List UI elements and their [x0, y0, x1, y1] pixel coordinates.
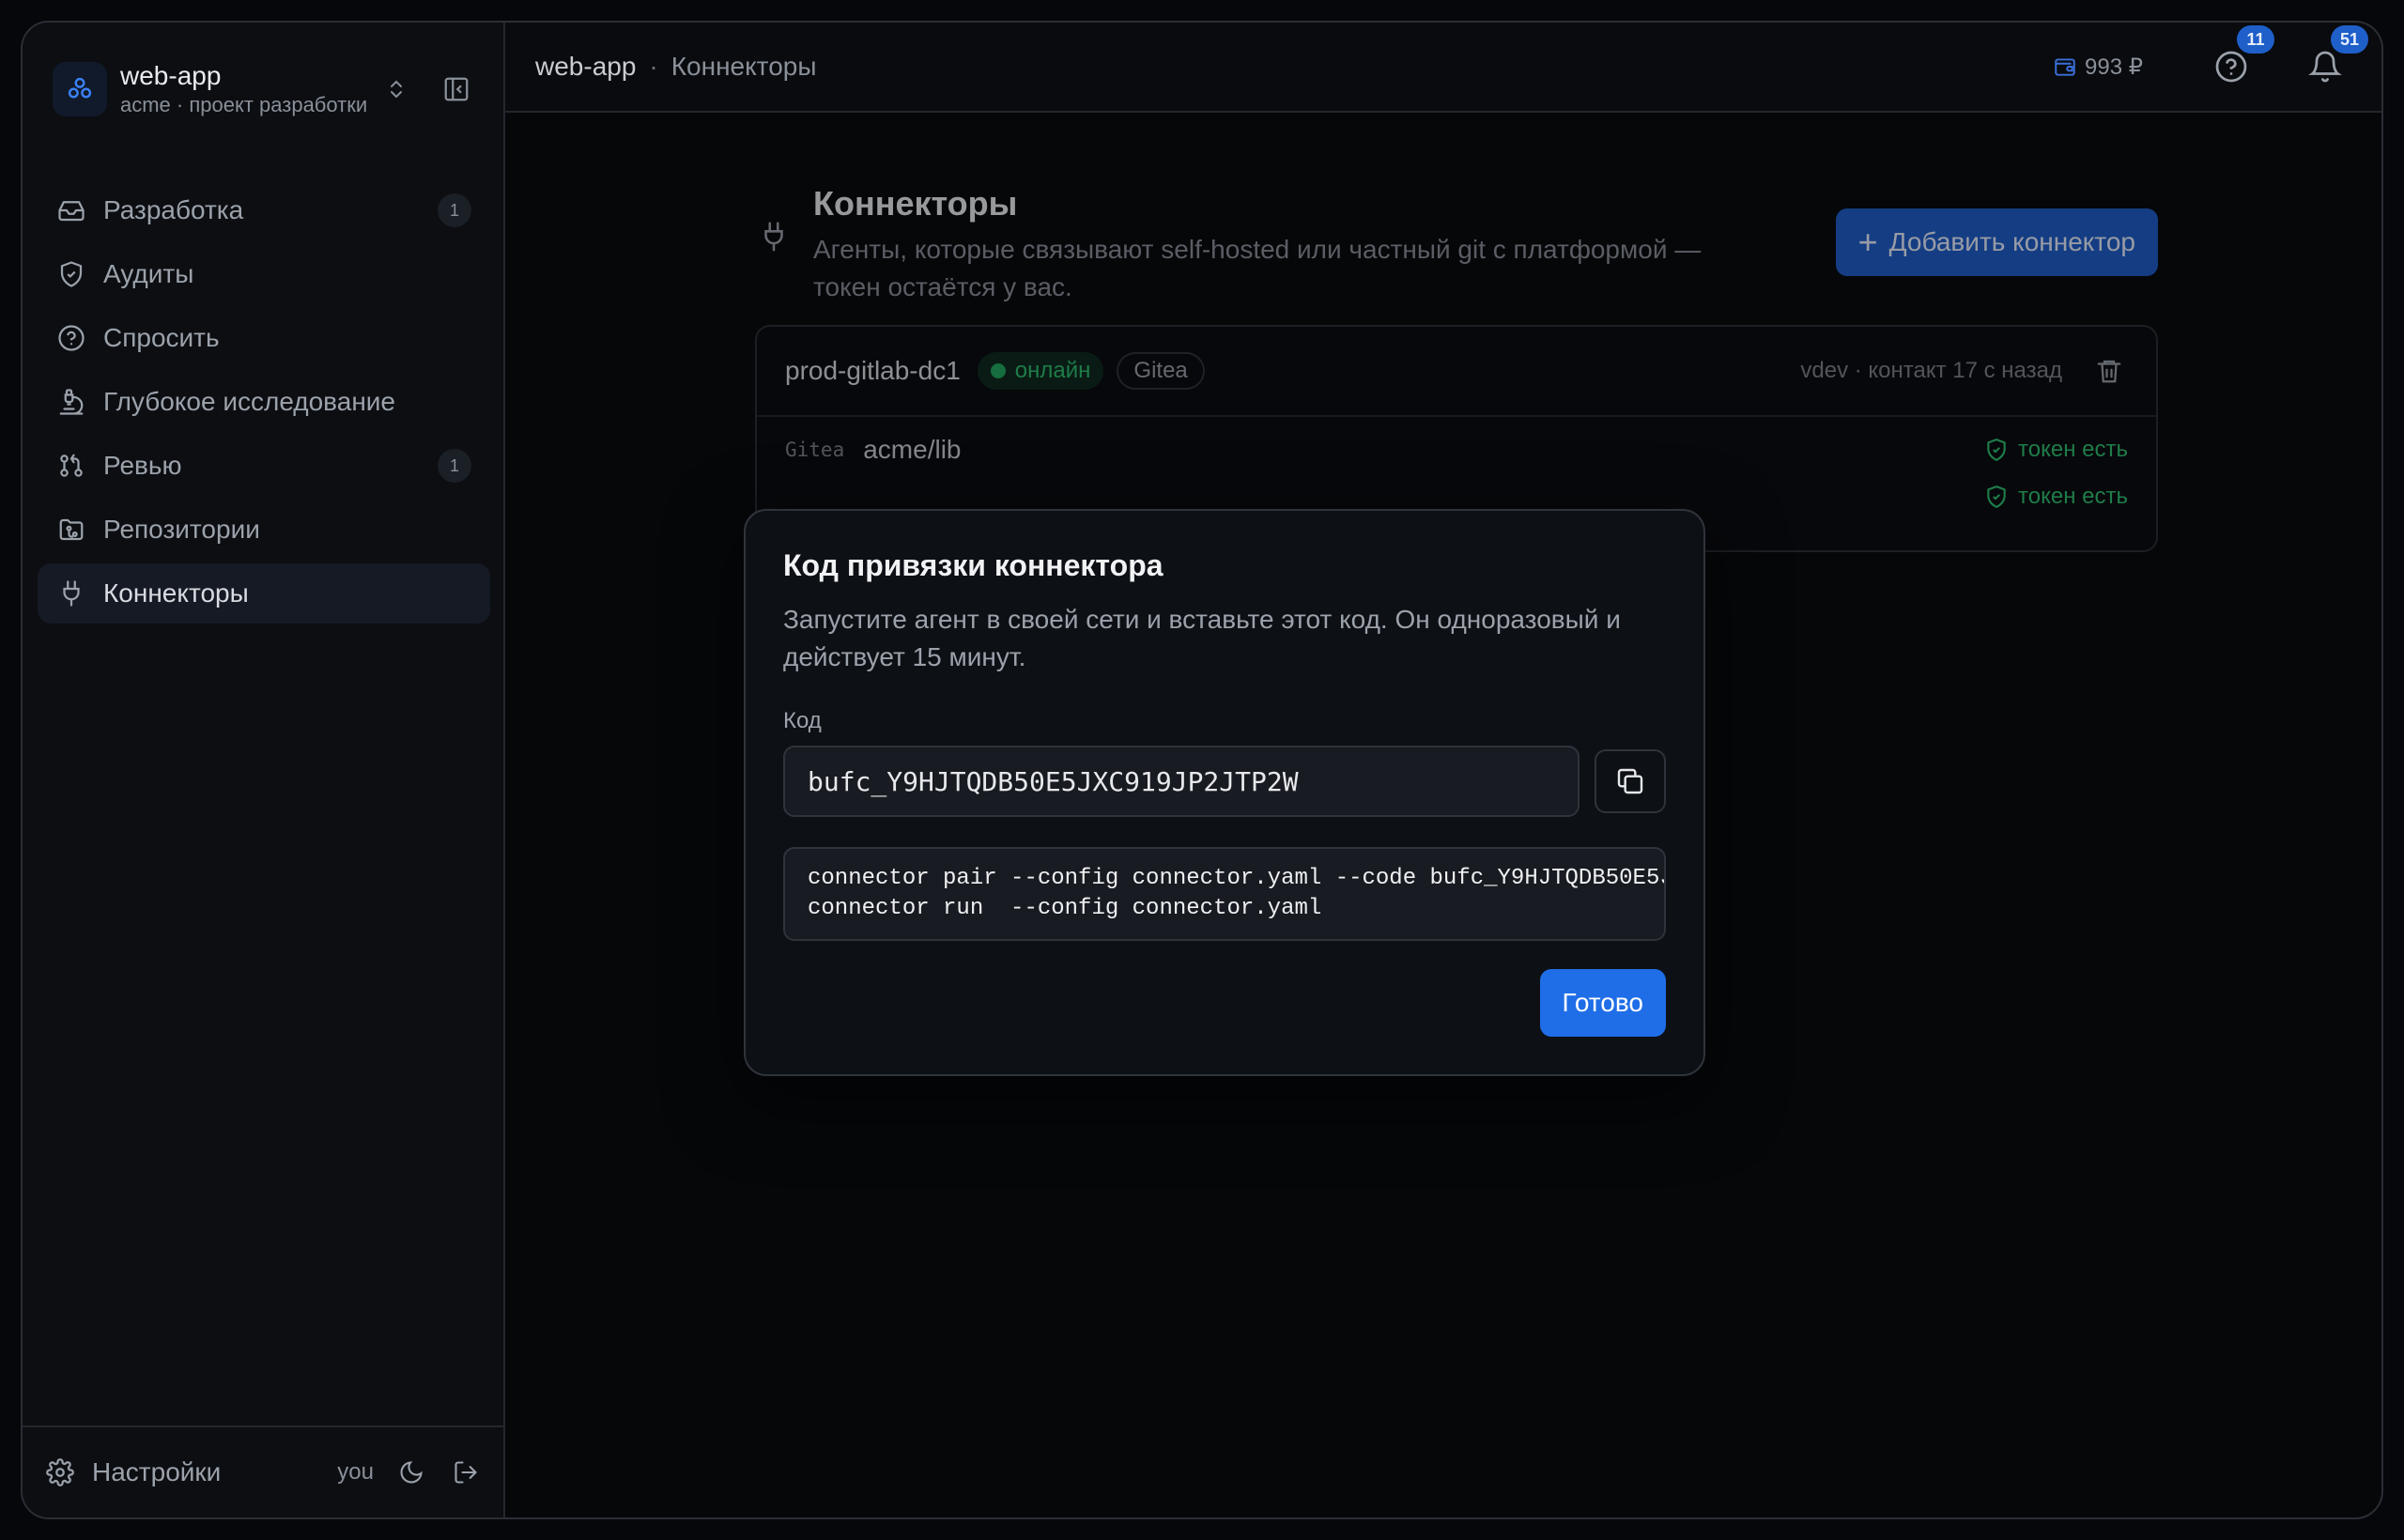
- copy-icon: [1615, 766, 1645, 796]
- wallet-icon: [2053, 54, 2077, 79]
- dialog-description: Запустите агент в своей сети и вставьте …: [783, 605, 1621, 671]
- pairing-code-dialog: Код привязки коннектора Запустите агент …: [744, 509, 1705, 1076]
- moon-icon[interactable]: [394, 1455, 428, 1489]
- help-badge: 11: [2237, 25, 2274, 54]
- notifications-button[interactable]: 51: [2299, 25, 2368, 93]
- sidebar: web-app acme · проект разработки Разрабо…: [23, 23, 505, 1517]
- inbox-icon: [56, 195, 86, 225]
- plug-icon: [56, 578, 86, 608]
- breadcrumb-app[interactable]: web-app: [535, 52, 636, 82]
- count-badge: 1: [438, 193, 471, 227]
- folder-git-icon: [56, 515, 86, 545]
- sidebar-item-label: Аудиты: [103, 259, 194, 288]
- gear-icon[interactable]: [43, 1455, 77, 1489]
- sidebar-item-label: Ревью: [103, 451, 182, 480]
- help-button[interactable]: 11: [2205, 25, 2274, 93]
- sidebar-item-label: Коннекторы: [103, 578, 249, 608]
- sidebar-nav: Разработка 1 Аудиты Спросить Глубокое ис…: [38, 180, 490, 627]
- shield-icon: [56, 259, 86, 289]
- workspace-subtitle: acme · проект разработки: [120, 93, 368, 116]
- sidebar-item-review[interactable]: Ревью 1: [38, 436, 490, 496]
- topbar: web-app · Коннекторы 993 ₽ 11 51: [505, 23, 2381, 113]
- sidebar-item-audits[interactable]: Аудиты: [38, 244, 490, 304]
- command-snippet[interactable]: connector pair --config connector.yaml -…: [783, 847, 1666, 941]
- help-circle-icon: [2214, 50, 2248, 84]
- sidebar-collapse-icon[interactable]: [438, 70, 475, 108]
- workspace-name: web-app: [120, 61, 222, 90]
- breadcrumb-separator: ·: [649, 52, 658, 81]
- bell-icon: [2308, 50, 2342, 84]
- help-circle-icon: [56, 323, 86, 353]
- sidebar-item-development[interactable]: Разработка 1: [38, 180, 490, 240]
- microscope-icon: [56, 387, 86, 417]
- copy-code-button[interactable]: [1595, 749, 1666, 813]
- git-pull-request-icon: [56, 451, 86, 481]
- sidebar-item-label: Репозитории: [103, 515, 260, 544]
- sidebar-item-label: Спросить: [103, 323, 220, 352]
- app-window: web-app acme · проект разработки Разрабо…: [21, 21, 2383, 1519]
- notifications-badge: 51: [2331, 25, 2368, 54]
- command-line: connector pair --config connector.yaml -…: [808, 866, 1664, 891]
- sidebar-item-connectors[interactable]: Коннекторы: [38, 563, 490, 624]
- sidebar-item-label: Глубокое исследование: [103, 387, 395, 416]
- command-line: connector run --config connector.yaml: [808, 896, 1322, 921]
- sidebar-footer: Настройки you: [23, 1425, 503, 1517]
- count-badge: 1: [438, 449, 471, 483]
- sidebar-item-deep-research[interactable]: Глубокое исследование: [38, 372, 490, 432]
- sidebar-item-repositories[interactable]: Репозитории: [38, 500, 490, 560]
- breadcrumb-page: Коннекторы: [670, 52, 817, 81]
- sidebar-item-label: Разработка: [103, 195, 244, 224]
- sidebar-item-ask[interactable]: Спросить: [38, 308, 490, 368]
- workspace-logo-icon: [53, 62, 107, 116]
- dialog-title: Код привязки коннектора: [783, 548, 1163, 582]
- settings-link[interactable]: Настройки: [92, 1457, 337, 1487]
- code-label: Код: [783, 708, 822, 733]
- pairing-code-field[interactable]: bufc_Y9HJTQDB50E5JXC919JP2JTP2W: [783, 746, 1580, 817]
- logout-icon[interactable]: [449, 1455, 483, 1489]
- current-user: you: [337, 1459, 374, 1485]
- chevrons-up-down-icon[interactable]: [378, 70, 415, 108]
- balance-indicator[interactable]: 993 ₽: [2053, 54, 2143, 81]
- workspace-switcher[interactable]: web-app acme · проект разработки: [53, 56, 475, 122]
- balance-amount: 993 ₽: [2085, 54, 2143, 80]
- done-button[interactable]: Готово: [1539, 969, 1666, 1037]
